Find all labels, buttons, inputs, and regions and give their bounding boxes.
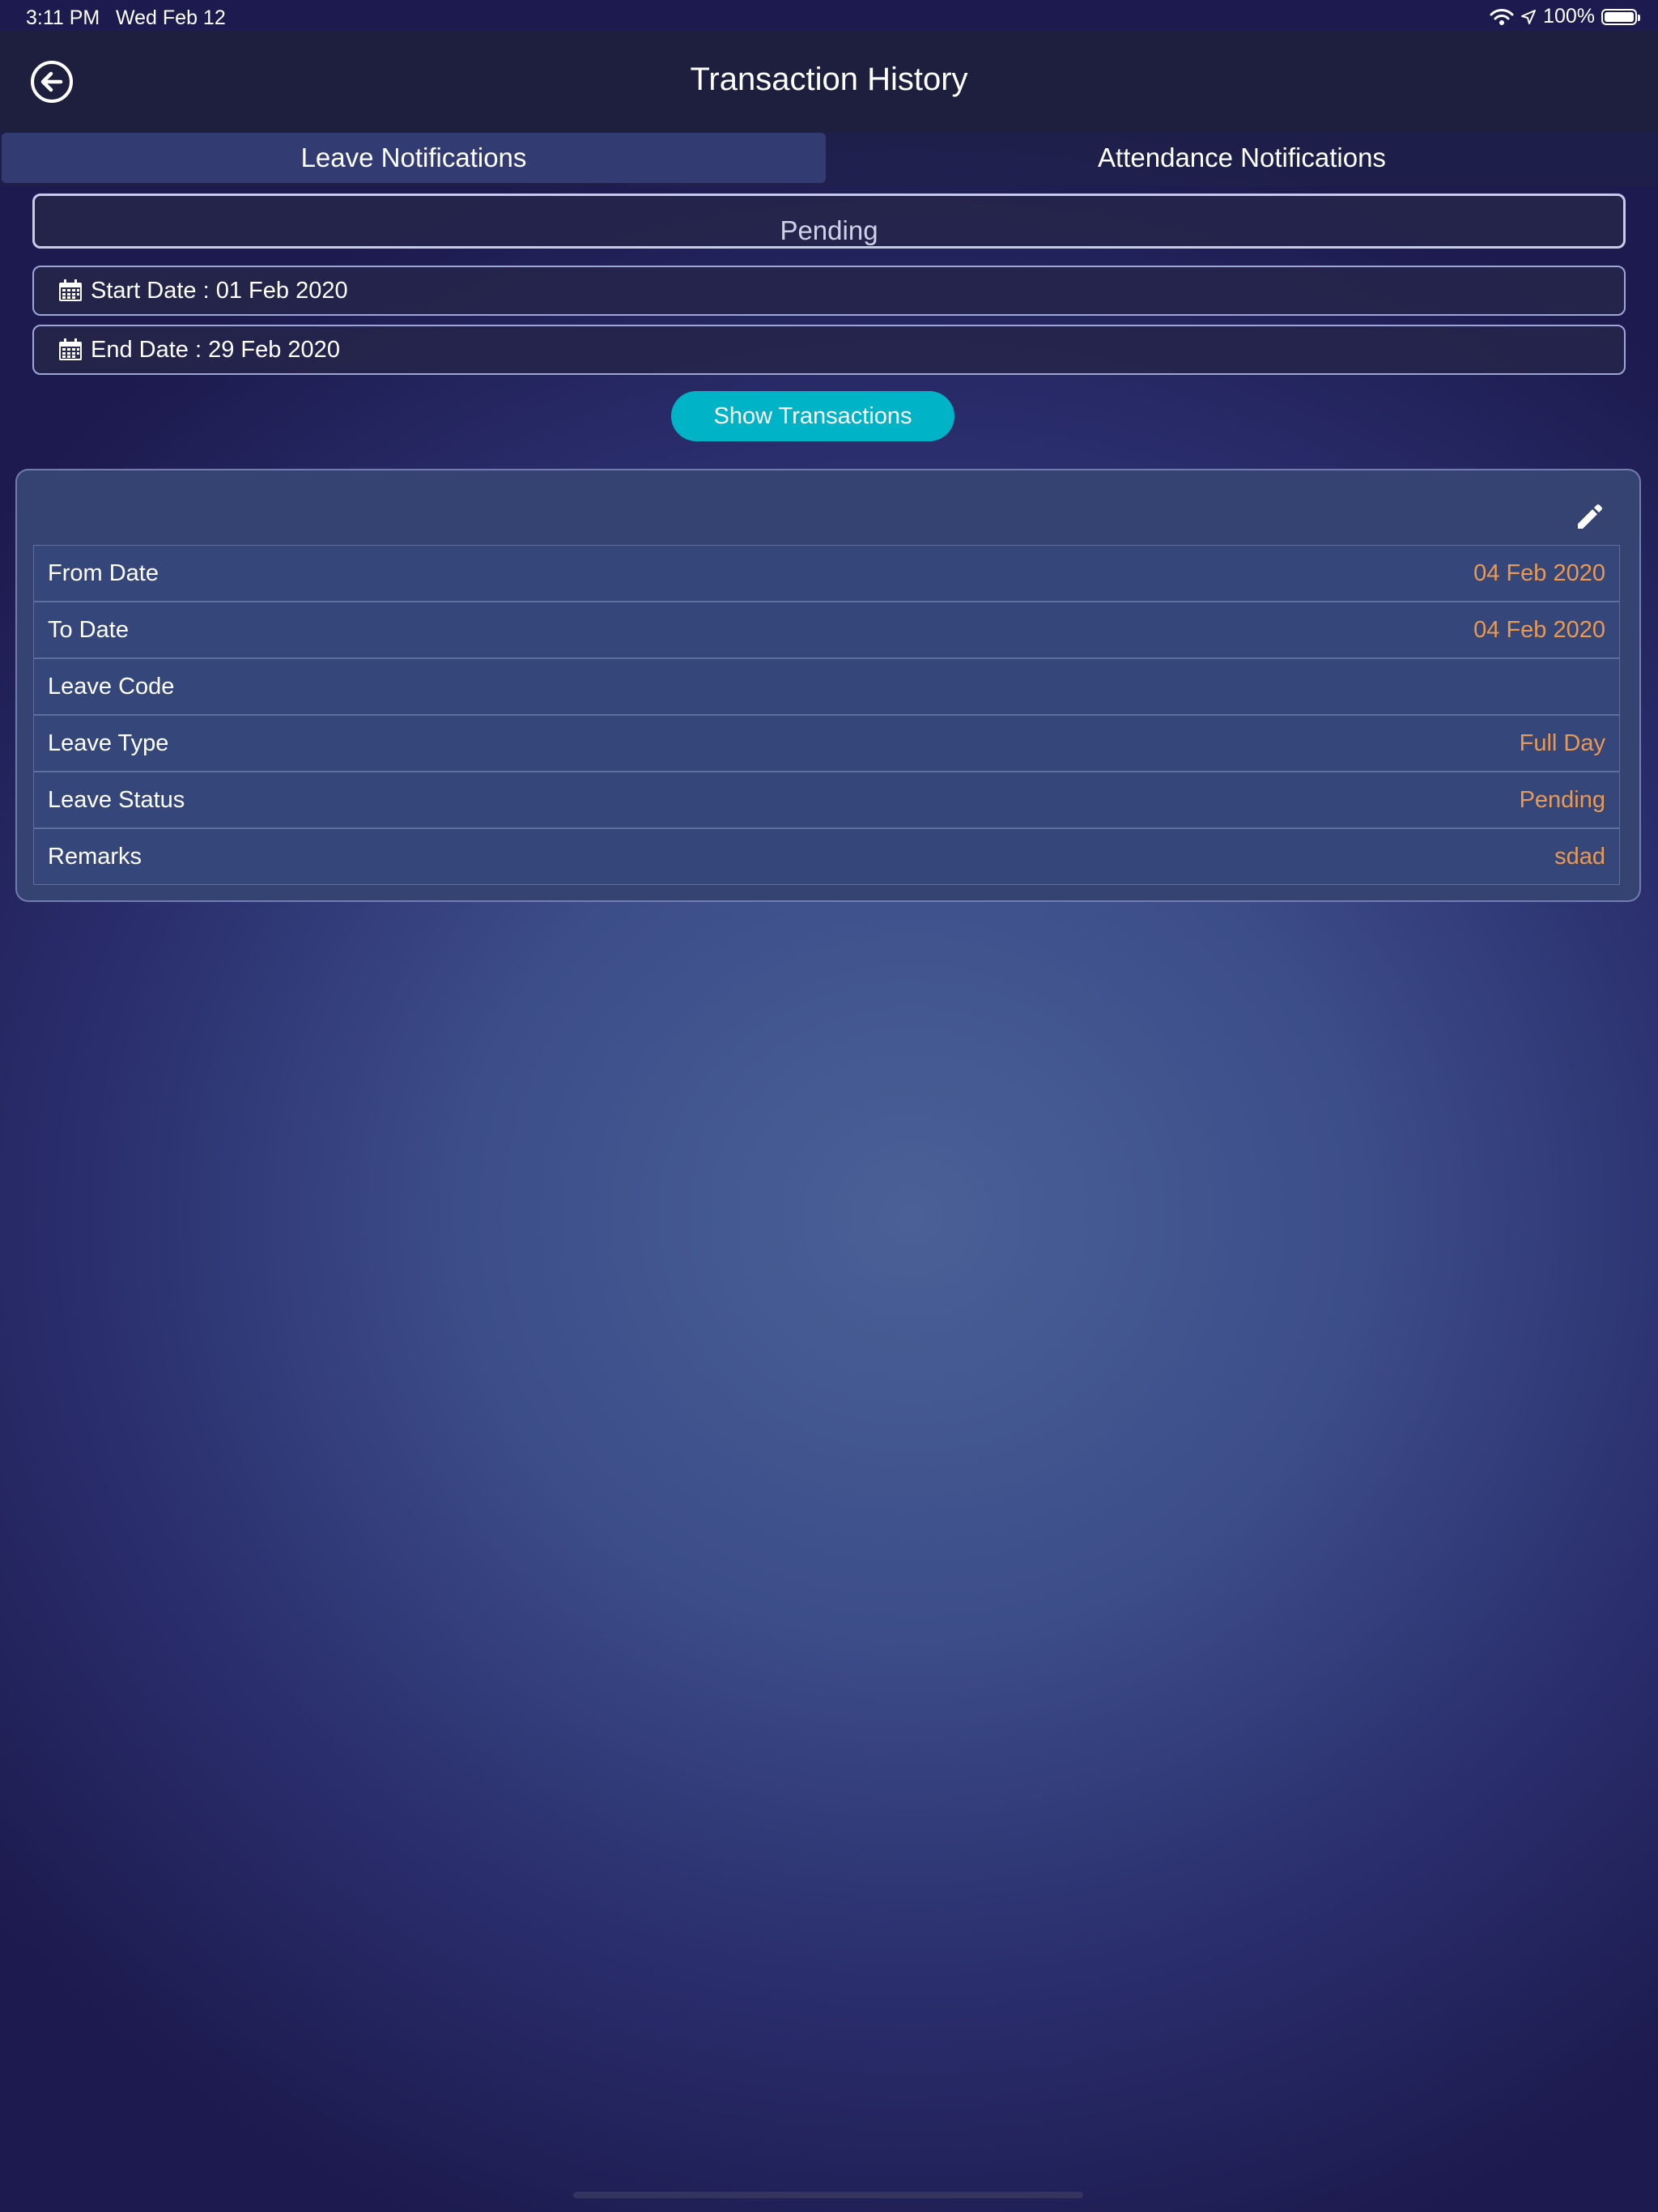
home-indicator[interactable] <box>573 2192 1083 2198</box>
row-to-date: To Date 04 Feb 2020 <box>33 602 1620 658</box>
row-value: 04 Feb 2020 <box>1473 616 1605 643</box>
show-transactions-button[interactable]: Show Transactions <box>671 391 954 441</box>
row-leave-type: Leave Type Full Day <box>33 715 1620 772</box>
status-date: Wed Feb 12 <box>116 6 226 29</box>
page-title: Transaction History <box>690 62 968 97</box>
edit-button[interactable] <box>1573 501 1605 534</box>
row-label: Leave Status <box>48 786 185 813</box>
tab-attendance-notifications[interactable]: Attendance Notifications <box>826 133 1658 183</box>
end-date-field[interactable]: End Date : 29 Feb 2020 <box>32 325 1626 375</box>
row-remarks: Remarks sdad <box>33 828 1620 885</box>
notification-tabs: Leave Notifications Attendance Notificat… <box>0 133 1658 186</box>
battery-icon <box>1601 8 1640 25</box>
row-value: sdad <box>1554 843 1605 870</box>
row-leave-code: Leave Code <box>33 658 1620 715</box>
battery-fill <box>1605 11 1634 22</box>
status-time: 3:11 PM <box>26 6 100 29</box>
status-bar: 3:11 PM Wed Feb 12 100% <box>0 0 1658 31</box>
row-value: Full Day <box>1519 730 1605 756</box>
status-picker[interactable]: Pending <box>32 194 1626 249</box>
start-date-label: Start Date : 01 Feb 2020 <box>91 277 348 304</box>
tab-leave-notifications[interactable]: Leave Notifications <box>2 133 826 183</box>
battery-percent: 100% <box>1543 5 1595 28</box>
row-from-date: From Date 04 Feb 2020 <box>33 545 1620 602</box>
row-label: Remarks <box>48 843 142 870</box>
battery-cap <box>1638 14 1640 21</box>
wifi-icon <box>1490 8 1514 25</box>
row-leave-status: Leave Status Pending <box>33 772 1620 828</box>
row-label: To Date <box>48 616 129 643</box>
location-arrow-icon <box>1521 9 1537 24</box>
calendar-icon <box>59 279 82 301</box>
status-indicators: 100% <box>1490 5 1640 28</box>
start-date-field[interactable]: Start Date : 01 Feb 2020 <box>32 266 1626 316</box>
calendar-icon <box>59 338 82 360</box>
pencil-edit-icon <box>1578 504 1602 529</box>
row-value: 04 Feb 2020 <box>1473 559 1605 586</box>
end-date-label: End Date : 29 Feb 2020 <box>91 336 340 363</box>
row-label: Leave Type <box>48 730 169 756</box>
row-value: Pending <box>1519 786 1605 813</box>
row-label: From Date <box>48 559 159 586</box>
row-label: Leave Code <box>48 673 175 700</box>
